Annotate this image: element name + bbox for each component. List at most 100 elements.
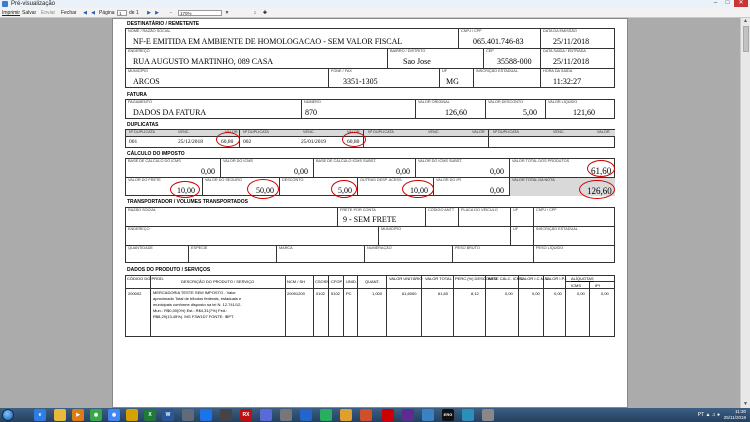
- nome-label: NOME / RAZÃO SOCIAL: [128, 29, 171, 33]
- app-icon[interactable]: [382, 409, 394, 421]
- app-icon[interactable]: [300, 409, 312, 421]
- prod-h-ncm: NCM / SH: [287, 279, 305, 284]
- media-player-icon[interactable]: ▶: [72, 409, 84, 421]
- close-button[interactable]: Fechar: [61, 8, 77, 18]
- row-quant: 1,000: [372, 291, 383, 296]
- transp-uf2-label: UF: [513, 227, 519, 231]
- dup2-venc: 25/01/2019: [301, 139, 327, 145]
- erg-app-label: ERG: [443, 412, 453, 417]
- row-csosn: 0102: [316, 291, 325, 296]
- zoom-out-icon[interactable]: −: [168, 10, 174, 16]
- minimize-icon[interactable]: –: [710, 0, 721, 7]
- app-icon[interactable]: [320, 409, 332, 421]
- tray-icons[interactable]: PT ▲ ♫ ●: [698, 412, 720, 418]
- toolbar: Imprimir Salvar Enviar Fechar ◀ ◀ Página…: [0, 8, 750, 18]
- send-button[interactable]: Enviar: [41, 8, 55, 18]
- dup3-h-num: Nº DUPLICATA: [368, 130, 394, 134]
- app-icon[interactable]: [482, 409, 494, 421]
- annotation-circle: [402, 180, 434, 198]
- app-icon[interactable]: [462, 409, 474, 421]
- maximize-icon[interactable]: □: [722, 0, 733, 7]
- vertical-scrollbar[interactable]: ▲ ▼: [740, 18, 750, 408]
- print-button[interactable]: Imprimir: [2, 8, 20, 18]
- app-icon[interactable]: [200, 409, 212, 421]
- zoom-select[interactable]: 170%: [178, 10, 222, 16]
- row-codigo: 200002: [128, 291, 142, 296]
- app-icon[interactable]: [402, 409, 414, 421]
- browser-icon[interactable]: ◉: [108, 409, 120, 421]
- app-icon[interactable]: RX: [240, 409, 252, 421]
- transp-uf-label: UF: [513, 208, 519, 212]
- app-icon[interactable]: [220, 409, 232, 421]
- row-descricao-3: municipais conforme disposto na lei N. 1…: [153, 302, 242, 307]
- ie-icon[interactable]: e: [34, 409, 46, 421]
- danfe-page: DESTINATÁRIO / REMETENTE NOME / RAZÃO SO…: [112, 18, 628, 408]
- pan-tool-icon[interactable]: ✚: [262, 10, 268, 16]
- app-icon[interactable]: [280, 409, 292, 421]
- app-icon[interactable]: [340, 409, 352, 421]
- folder-icon[interactable]: [126, 409, 138, 421]
- explorer-icon[interactable]: [54, 409, 66, 421]
- erg-app-icon[interactable]: ERG: [442, 409, 454, 421]
- first-page-icon[interactable]: ◀: [82, 10, 88, 16]
- bairro-value: Sao Jose: [403, 57, 431, 66]
- app-icon[interactable]: [260, 409, 272, 421]
- cep-label: CEP: [486, 49, 494, 53]
- prod-h-aliq-icms: ICMS: [571, 283, 581, 288]
- row-perc-desc: 8,12: [471, 291, 479, 296]
- valor-desconto-label: VALOR DESCONTO: [488, 100, 524, 104]
- chrome-icon[interactable]: ◉: [90, 409, 102, 421]
- page-input[interactable]: 1: [117, 10, 127, 16]
- window-controls: – □ ✕: [710, 0, 748, 8]
- last-page-icon[interactable]: ▶: [154, 10, 160, 16]
- prod-h-csosn: CSOSN: [315, 279, 330, 284]
- valor-liquido-value: 121,60: [573, 108, 595, 117]
- scroll-thumb[interactable]: [743, 26, 749, 52]
- close-icon[interactable]: ✕: [734, 0, 748, 7]
- v-st-value: 0,00: [490, 167, 504, 176]
- transp-placa-label: PLACA DO VEÍCULO: [461, 208, 498, 212]
- zoom-dropdown-icon[interactable]: ▼: [224, 10, 230, 16]
- app-icon[interactable]: [360, 409, 372, 421]
- prev-page-icon[interactable]: ◀: [90, 10, 96, 16]
- seguro-label: VALOR DO SEGURO: [205, 178, 242, 182]
- transp-pl-label: PESO LÍQUIDO: [536, 246, 564, 250]
- uf-value: MG: [446, 77, 459, 86]
- v-nota-label: VALOR TOTAL DA NOTA: [512, 178, 555, 182]
- scroll-down-icon[interactable]: ▼: [741, 401, 750, 408]
- dup3-h-venc: VENC.: [428, 130, 440, 134]
- word-icon[interactable]: W: [162, 409, 174, 421]
- dup1-h-num: Nº DUPLICATA: [129, 130, 155, 134]
- transp-razao-label: RAZÃO SOCIAL: [128, 208, 157, 212]
- numero-value: 870: [305, 108, 317, 117]
- clock[interactable]: 11:30 25/11/2018: [724, 409, 746, 421]
- preview-window: Pré-visualização – □ ✕ Imprimir Salvar E…: [0, 0, 750, 422]
- transp-numeracao-label: NUMERAÇÃO: [367, 246, 392, 250]
- annotation-circle: [342, 132, 366, 147]
- annotation-circle: [170, 181, 200, 198]
- dup4-h-valor: VALOR: [597, 130, 610, 134]
- excel-icon[interactable]: X: [144, 409, 156, 421]
- dup1-venc: 25/12/2018: [178, 139, 204, 145]
- endereco-label: ENDEREÇO: [128, 49, 150, 53]
- transp-frete-label: FRETE POR CONTA: [340, 208, 376, 212]
- dup1-h-venc: VENC.: [178, 130, 190, 134]
- next-page-icon[interactable]: ▶: [146, 10, 152, 16]
- app-icon[interactable]: [182, 409, 194, 421]
- start-button[interactable]: [2, 409, 14, 421]
- scroll-up-icon[interactable]: ▲: [741, 18, 750, 25]
- v-icms-label: VALOR DO ICMS: [223, 159, 253, 163]
- cnpj-value: 065.401.746-83: [473, 37, 524, 46]
- window-title: Pré-visualização: [11, 1, 56, 7]
- close-label: Fechar: [61, 10, 77, 16]
- section-destinatario: DESTINATÁRIO / REMETENTE: [127, 21, 200, 27]
- save-button[interactable]: Salvar: [22, 8, 36, 18]
- fone-value: 3351-1305: [343, 77, 378, 86]
- bc-icms-label: BASE DE CÁLCULO DO ICMS: [128, 159, 181, 163]
- row-ncm: 20091200: [287, 291, 305, 296]
- app-icon[interactable]: [422, 409, 434, 421]
- valor-original-value: 126,60: [445, 108, 467, 117]
- page-area: DESTINATÁRIO / REMETENTE NOME / RAZÃO SO…: [0, 18, 740, 408]
- select-cursor-icon[interactable]: ↕: [252, 10, 258, 16]
- zoom-value: 170%: [180, 11, 192, 16]
